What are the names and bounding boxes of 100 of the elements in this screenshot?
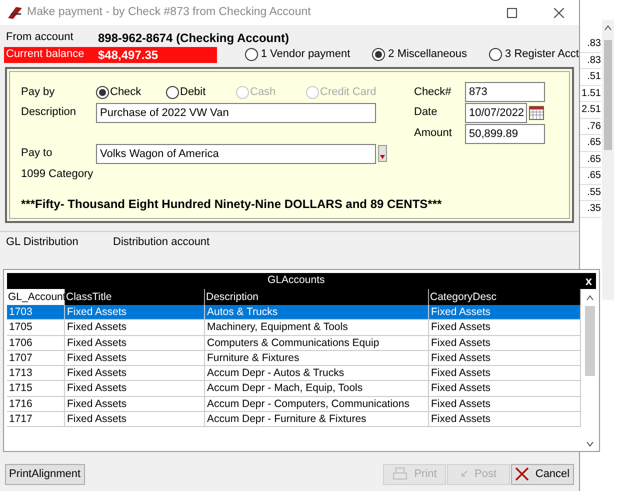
table-row[interactable]: 1703 Fixed Assets Autos & Trucks Fixed Assets [7, 305, 582, 320]
cancel-button[interactable]: Cancel [511, 464, 574, 484]
radio-label: Credit Card [320, 84, 376, 100]
scroll-up-icon[interactable] [604, 24, 612, 32]
table-row[interactable]: 1706 Fixed Assets Computers & Communications Equip Fixed Assets [7, 336, 582, 351]
table-cell: Fixed Assets [429, 396, 581, 412]
radio-label: Debit [180, 84, 206, 100]
pay-to-field[interactable]: Volks Wagon of America [96, 144, 376, 164]
radio-button[interactable] [489, 48, 502, 61]
table-cell: Furniture & Fixtures [205, 350, 429, 366]
column-header[interactable]: GL_Account [7, 289, 65, 305]
calendar-icon[interactable] [529, 106, 544, 120]
table-cell: 1707 [7, 350, 65, 366]
table-cell: Accum Depr - Computers, Communications [205, 396, 429, 412]
table-cell: Fixed Assets [65, 396, 205, 412]
table-cell: Fixed Assets [429, 366, 581, 380]
table-cell: .51 [580, 69, 601, 86]
table-row[interactable]: 1707 Fixed Assets Furniture & Fixtures Fixed Assets [7, 350, 582, 366]
table-cell: .65 [580, 135, 601, 152]
table-cell: 1713 [7, 366, 65, 380]
table-cell: 2.51 [580, 102, 601, 118]
table-cell: .65 [580, 168, 601, 184]
radio-label: 1 Vendor payment [260, 47, 350, 62]
table-cell: .83 [580, 36, 601, 52]
table-cell: 1705 [7, 320, 65, 335]
scroll-down-icon[interactable] [586, 440, 594, 448]
table-cell: Fixed Assets [429, 320, 581, 335]
app-logo-icon [7, 6, 23, 20]
radio-button[interactable] [244, 48, 258, 61]
printer-icon [392, 467, 408, 481]
table-row[interactable]: 1705 Fixed Assets Machinery, Equipment & Tools Fixed Assets [7, 320, 582, 336]
table-cell: Fixed Assets [65, 320, 205, 335]
table-cell: Computers & Communications Equip [205, 336, 429, 350]
dropdown-button[interactable] [378, 145, 387, 162]
table-cell: Fixed Assets [65, 412, 205, 426]
table-row[interactable]: 1715 Fixed Assets Accum Depr - Mach, Equip, Tools Fixed Assets [7, 381, 582, 397]
table-cell: .65 [580, 152, 601, 168]
table-cell: Fixed Assets [65, 366, 205, 380]
radio-button[interactable] [96, 86, 109, 98]
field-label: Current balance [5, 47, 86, 62]
balance-value: $48,497.35 [98, 46, 158, 64]
table-cell: Fixed Assets [429, 350, 581, 366]
radio-label: 3 Register Acct [505, 47, 579, 62]
arrow-icon [460, 470, 468, 478]
window-title: Make payment - by Check #873 from Checking Account [27, 4, 311, 20]
field-label: Description [21, 105, 78, 120]
table-cell: Fixed Assets [429, 336, 581, 350]
popup-title: GLAccounts [266, 273, 326, 288]
table-cell: 1703 [7, 305, 65, 320]
table-cell: Accum Depr - Mach, Equip, Tools [205, 381, 429, 396]
table-cell: Fixed Assets [65, 350, 205, 366]
field-label: Pay to [21, 146, 54, 162]
field-label: Date [414, 105, 438, 120]
field-label: Amount [414, 126, 453, 142]
close-button[interactable]: x [585, 272, 596, 290]
check-number-field[interactable]: 873 [465, 82, 545, 102]
radio-button[interactable] [372, 48, 386, 61]
table-row[interactable]: 1717 Fixed Assets Accum Depr - Furniture & Fixtures Fixed Assets [7, 412, 582, 428]
table-cell: 1716 [7, 396, 65, 412]
table-cell: 1717 [7, 412, 65, 426]
table-cell: .83 [580, 52, 601, 69]
account-value: 898-962-8674 (Checking Account) [98, 30, 289, 46]
section-label: GL Distribution [5, 235, 80, 250]
scroll-up-icon[interactable] [586, 294, 594, 302]
table-cell: .55 [580, 184, 601, 201]
field-label: Check# [414, 84, 452, 100]
table-cell: 1.51 [580, 86, 601, 102]
radio-label: 2 Miscellaneous [388, 47, 468, 62]
radio-label: Check [110, 84, 142, 100]
radio-button[interactable] [166, 86, 179, 98]
table-cell: Accum Depr - Furniture & Fixtures [205, 412, 429, 426]
radio-label: Cash [250, 84, 276, 100]
table-row[interactable]: 1716 Fixed Assets Accum Depr - Computers, Communications Fixed Assets [7, 396, 582, 412]
close-icon[interactable] [554, 8, 564, 18]
table-cell: Fixed Assets [429, 381, 581, 396]
table-cell: .35 [580, 201, 601, 218]
table-cell: 1706 [7, 336, 65, 350]
field-label: 1099 Category [21, 166, 94, 182]
table-cell: Fixed Assets [65, 305, 205, 320]
table-row[interactable]: 1713 Fixed Assets Accum Depr - Autos & Trucks Fixed Assets [7, 366, 582, 382]
print-alignment-button[interactable]: PrintAlignment [5, 464, 85, 484]
table-cell: 1715 [7, 381, 65, 396]
table-cell: Fixed Assets [65, 336, 205, 350]
field-label: Pay by [21, 84, 56, 100]
amount-in-words: ***Fifty- Thousand Eight Hundred Ninety-Nine DOLLARS and 89 CENTS*** [21, 197, 442, 211]
table-cell: Accum Depr - Autos & Trucks [205, 366, 429, 380]
table-cell: Machinery, Equipment & Tools [205, 320, 429, 335]
maximize-icon[interactable] [507, 8, 517, 18]
date-field[interactable]: 10/07/2022 [465, 102, 527, 122]
amount-field[interactable]: 50,899.89 [465, 124, 545, 144]
caret-icon [380, 155, 385, 159]
table-cell: Fixed Assets [429, 305, 581, 320]
table-cell: Autos & Trucks [205, 305, 429, 320]
column-header: Distribution account [113, 235, 210, 250]
table-cell: Fixed Assets [429, 412, 581, 426]
description-field[interactable]: Purchase of 2022 VW Van [96, 102, 376, 122]
table-cell: .76 [580, 118, 601, 135]
close-icon [515, 467, 530, 481]
scrollbar[interactable] [602, 20, 614, 300]
field-label: From account [5, 30, 74, 46]
